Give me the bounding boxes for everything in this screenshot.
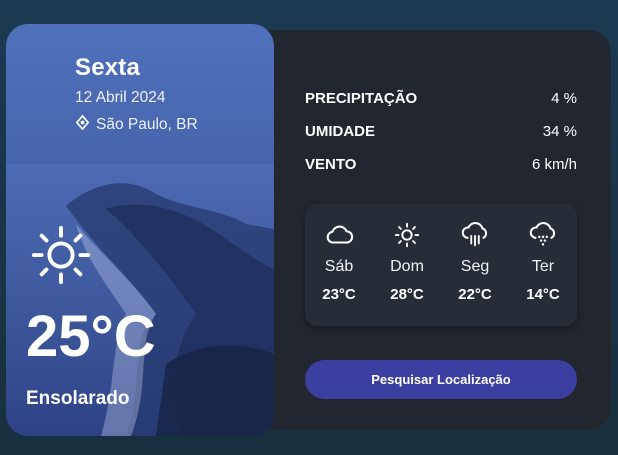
forecast-day-label: Seg xyxy=(460,258,490,275)
stat-value: 34 % xyxy=(542,123,577,140)
current-day: Sexta xyxy=(75,54,141,81)
current-weather-card: Sexta 12 Abril 2024 São Paulo, BR 25°C E… xyxy=(6,24,274,436)
stat-label: VENTO xyxy=(305,156,357,173)
forecast-day-label: Ter xyxy=(531,258,555,275)
forecast-day-sab: Sáb 23°C xyxy=(309,222,369,326)
forecast-temp: 23°C xyxy=(322,286,356,303)
forecast-temp: 28°C xyxy=(390,286,424,303)
search-location-button[interactable]: Pesquisar Localização xyxy=(305,360,577,399)
location-label: São Paulo, BR xyxy=(96,116,198,133)
forecast-panel: Sáb 23°C Dom 28°C Seg 22°C Ter 14°C xyxy=(305,204,577,326)
cloud-snow-icon xyxy=(529,222,556,246)
stat-label: UMIDADE xyxy=(305,123,375,140)
current-date: 12 Abril 2024 xyxy=(75,89,166,106)
location: São Paulo, BR xyxy=(75,114,198,135)
weather-stats: PRECIPITAÇÃO 4 % UMIDADE 34 % VENTO 6 km… xyxy=(305,82,577,181)
forecast-day-ter: Ter 14°C xyxy=(513,222,573,326)
stat-precipitation: PRECIPITAÇÃO 4 % xyxy=(305,82,577,115)
stat-value: 4 % xyxy=(551,90,577,107)
forecast-day-label: Dom xyxy=(390,258,424,275)
forecast-day-dom: Dom 28°C xyxy=(377,222,437,326)
forecast-temp: 14°C xyxy=(526,286,560,303)
sun-icon xyxy=(31,225,91,285)
stat-wind: VENTO 6 km/h xyxy=(305,148,577,181)
current-condition: Ensolarado xyxy=(26,388,130,409)
stat-label: PRECIPITAÇÃO xyxy=(305,90,418,107)
cloud-icon xyxy=(326,225,354,244)
sun-icon xyxy=(394,222,420,248)
stat-humidity: UMIDADE 34 % xyxy=(305,115,577,148)
forecast-day-label: Sáb xyxy=(324,258,354,275)
weather-app: Sexta 12 Abril 2024 São Paulo, BR 25°C E… xyxy=(6,24,611,436)
cloud-rain-icon xyxy=(461,222,488,247)
stat-value: 6 km/h xyxy=(531,156,577,173)
forecast-temp: 22°C xyxy=(458,286,492,303)
current-temperature: 25°C xyxy=(26,304,156,369)
location-pin-icon xyxy=(75,114,90,135)
forecast-day-seg: Seg 22°C xyxy=(445,222,505,326)
